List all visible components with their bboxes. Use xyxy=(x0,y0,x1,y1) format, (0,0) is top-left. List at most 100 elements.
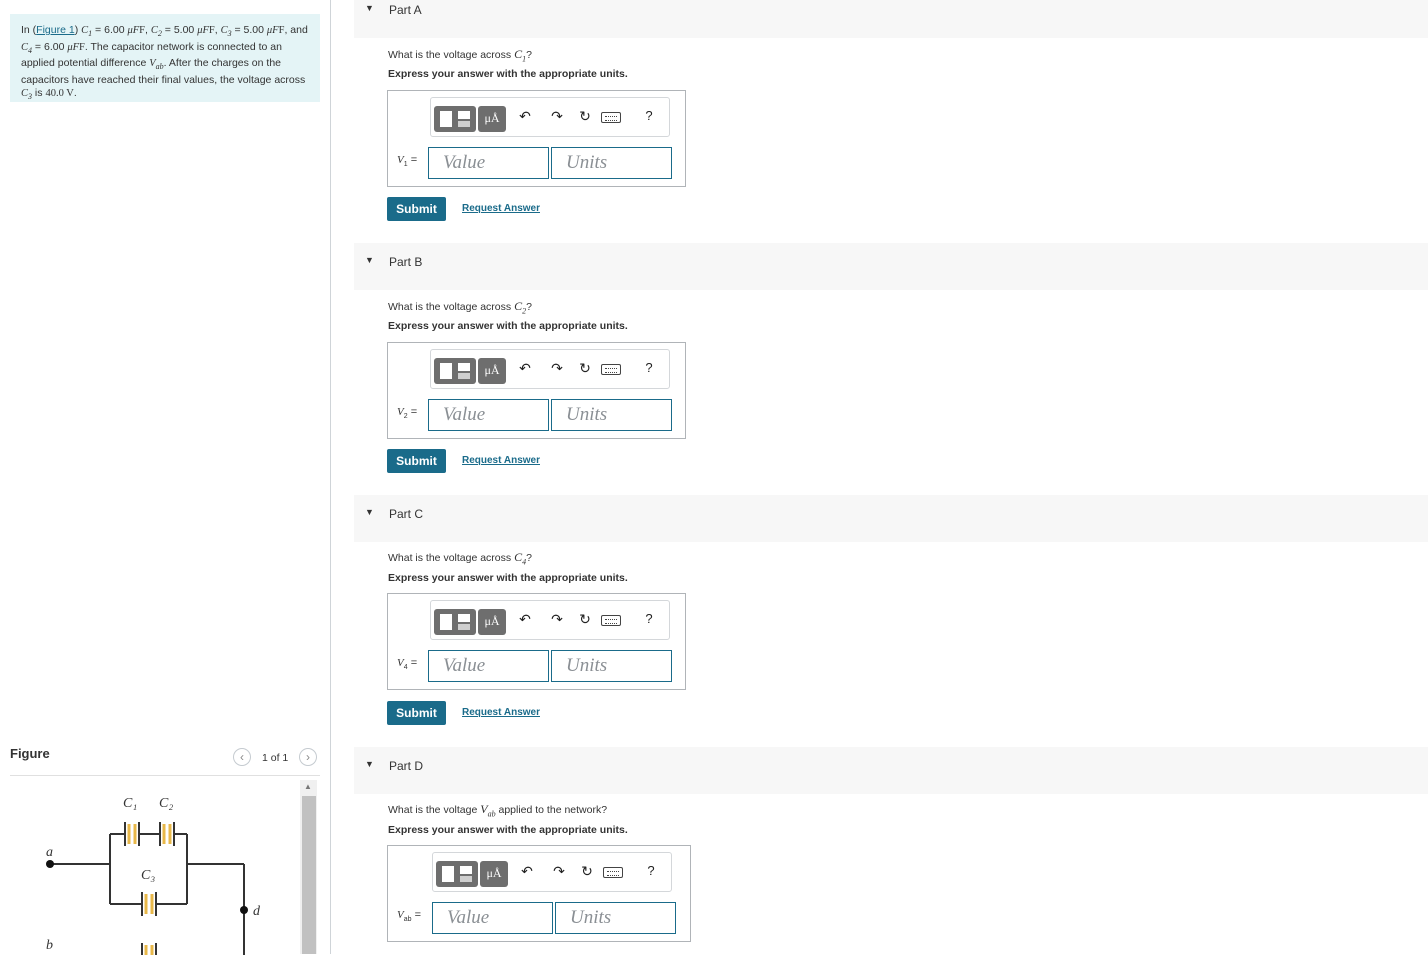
request-answer-link[interactable]: Request Answer xyxy=(462,455,540,466)
scroll-up-icon[interactable]: ▲ xyxy=(304,782,312,791)
question-text: ? xyxy=(526,552,532,564)
submit-button[interactable]: Submit xyxy=(387,197,446,221)
redo-icon[interactable]: ↷ xyxy=(551,863,567,880)
redo-icon[interactable]: ↷ xyxy=(549,360,565,377)
question-text: What is the voltage xyxy=(388,804,481,816)
undo-icon[interactable]: ↶ xyxy=(519,863,535,880)
terminal-a-label: a xyxy=(46,845,53,860)
units-input[interactable]: Units xyxy=(551,399,672,431)
c2-value: = 5.00 xyxy=(161,24,198,36)
question-text: ? xyxy=(526,301,532,313)
value-input[interactable]: Value xyxy=(428,399,549,431)
intro-text: . xyxy=(73,87,77,100)
units-button[interactable]: μÅ xyxy=(480,861,508,887)
unit: μF xyxy=(67,41,80,53)
terminal-b-label: b xyxy=(46,938,53,953)
prev-figure-button[interactable]: ‹ xyxy=(233,748,251,766)
left-panel: In (Figure 1) C1 = 6.00 μFF, C2 = 5.00 μ… xyxy=(0,0,330,955)
reset-icon[interactable]: ↻ xyxy=(577,108,593,125)
figure-image: a b d C₁ C₂ C₃ xyxy=(10,775,320,955)
undo-icon[interactable]: ↶ xyxy=(517,611,533,628)
figure-scrollbar-thumb[interactable] xyxy=(302,796,316,954)
template-icon[interactable] xyxy=(436,861,478,887)
help-icon[interactable]: ? xyxy=(643,863,659,878)
question-var: Vab xyxy=(480,802,496,819)
help-icon[interactable]: ? xyxy=(641,108,657,123)
variable-label: Vab = xyxy=(397,909,422,924)
template-icon[interactable] xyxy=(434,358,476,384)
c2-symbol: C2 xyxy=(150,25,162,39)
units-input[interactable]: Units xyxy=(551,147,672,179)
submit-button[interactable]: Submit xyxy=(387,701,446,725)
keyboard-icon[interactable] xyxy=(603,867,623,878)
units-button[interactable]: μÅ xyxy=(478,358,506,384)
units-button[interactable]: μÅ xyxy=(478,106,506,132)
question-text: What is the voltage across xyxy=(388,301,515,313)
unit-f: F xyxy=(208,25,215,36)
c3-symbol: C3 xyxy=(220,25,232,39)
panel-divider xyxy=(330,0,331,954)
collapse-triangle-icon[interactable]: ▼ xyxy=(365,3,374,13)
variable-label: V4 = xyxy=(397,657,418,672)
v3-value: 40.0 V xyxy=(45,88,74,100)
collapse-triangle-icon[interactable]: ▼ xyxy=(365,255,374,265)
figure-link[interactable]: Figure 1 xyxy=(36,24,75,36)
keyboard-icon[interactable] xyxy=(601,615,621,626)
request-answer-link[interactable]: Request Answer xyxy=(462,707,540,718)
problem-intro: In (Figure 1) C1 = 6.00 μFF, C2 = 5.00 μ… xyxy=(10,14,320,102)
units-input[interactable]: Units xyxy=(551,650,672,682)
c3-value: = 5.00 xyxy=(231,24,267,36)
value-input[interactable]: Value xyxy=(428,650,549,682)
unit: μF xyxy=(197,25,209,36)
question-var: C1 xyxy=(514,47,527,64)
part-d-answer-box: μÅ ↶ ↷ ↻ ? Vab = Value Units xyxy=(387,845,691,942)
redo-icon[interactable]: ↷ xyxy=(549,611,565,628)
undo-icon[interactable]: ↶ xyxy=(517,360,533,377)
request-answer-link[interactable]: Request Answer xyxy=(462,203,540,214)
part-b-header[interactable]: ▼ Part B xyxy=(354,243,1428,290)
question-text: What is the voltage across xyxy=(388,49,515,61)
figure-title: Figure xyxy=(10,746,50,761)
question-var: C2 xyxy=(514,299,527,316)
keyboard-icon[interactable] xyxy=(601,364,621,375)
c4-symbol: C4 xyxy=(21,41,33,55)
c1-label: C₁ xyxy=(123,796,137,811)
c3-symbol: C3 xyxy=(21,88,33,102)
reset-icon[interactable]: ↻ xyxy=(577,611,593,628)
part-c-instruction: Express your answer with the appropriate… xyxy=(388,572,628,584)
template-icon[interactable] xyxy=(434,609,476,635)
keyboard-icon[interactable] xyxy=(601,112,621,123)
part-d-header[interactable]: ▼ Part D xyxy=(354,747,1428,794)
math-toolbar: μÅ ↶ ↷ ↻ ? xyxy=(430,97,670,137)
variable-label: V2 = xyxy=(397,406,418,421)
variable-label: V1 = xyxy=(397,154,418,169)
submit-button[interactable]: Submit xyxy=(387,449,446,473)
part-b-answer-box: μÅ ↶ ↷ ↻ ? V2 = Value Units xyxy=(387,342,686,439)
part-b-instruction: Express your answer with the appropriate… xyxy=(388,320,628,332)
value-input[interactable]: Value xyxy=(432,902,553,934)
value-input[interactable]: Value xyxy=(428,147,549,179)
question-text: ? xyxy=(526,49,532,61)
c1-value: = 6.00 xyxy=(92,24,128,36)
part-a-header[interactable]: ▼ Part A xyxy=(354,0,1428,38)
math-toolbar: μÅ ↶ ↷ ↻ ? xyxy=(430,600,670,640)
help-icon[interactable]: ? xyxy=(641,611,657,626)
reset-icon[interactable]: ↻ xyxy=(577,360,593,377)
reset-icon[interactable]: ↻ xyxy=(579,863,595,880)
units-input[interactable]: Units xyxy=(555,902,676,934)
part-a-question: What is the voltage across C1? xyxy=(388,47,532,63)
collapse-triangle-icon[interactable]: ▼ xyxy=(365,759,374,769)
next-figure-button[interactable]: › xyxy=(299,748,317,766)
math-toolbar: μÅ ↶ ↷ ↻ ? xyxy=(430,349,670,389)
units-button[interactable]: μÅ xyxy=(478,609,506,635)
question-text: applied to the network? xyxy=(495,804,608,816)
chevron-right-icon: › xyxy=(306,750,310,764)
redo-icon[interactable]: ↷ xyxy=(549,108,565,125)
collapse-triangle-icon[interactable]: ▼ xyxy=(365,507,374,517)
undo-icon[interactable]: ↶ xyxy=(517,108,533,125)
c2-label: C₂ xyxy=(159,796,173,811)
help-icon[interactable]: ? xyxy=(641,360,657,375)
c4-value: = 6.00 xyxy=(32,40,68,53)
part-c-header[interactable]: ▼ Part C xyxy=(354,495,1428,542)
template-icon[interactable] xyxy=(434,106,476,132)
